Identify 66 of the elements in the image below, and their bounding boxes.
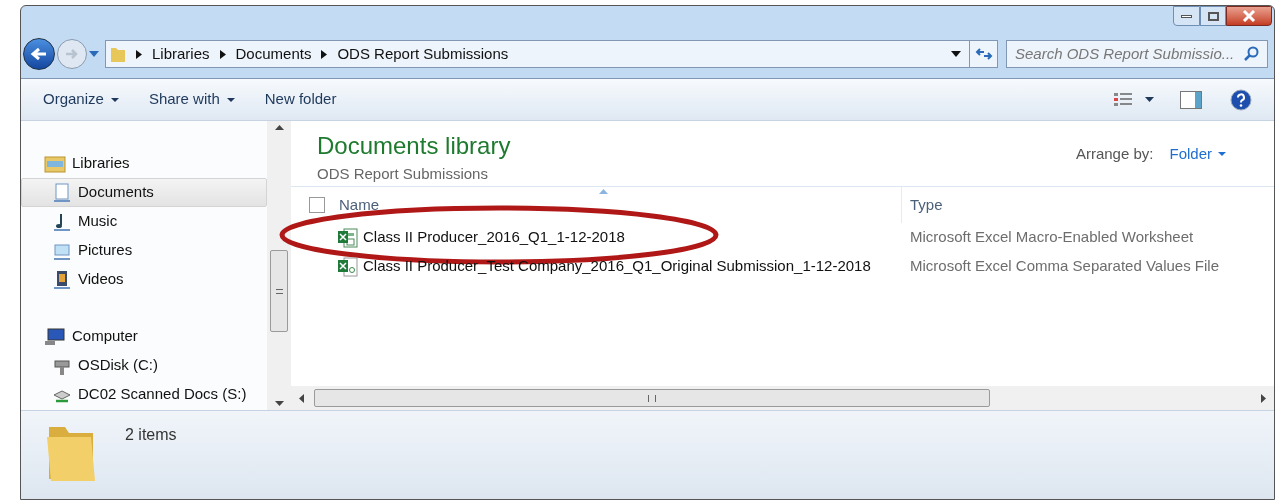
dropdown-icon [1218,152,1226,157]
scroll-down-icon[interactable] [274,401,284,406]
select-all-checkbox[interactable] [309,197,325,213]
document-icon [52,182,72,203]
help-icon[interactable] [1230,88,1252,111]
computer-icon [44,327,66,346]
breadcrumb-arrow-icon [136,49,142,59]
library-subtitle: ODS Report Submissions [317,164,489,184]
film-icon [52,269,72,290]
sort-ascending-icon [599,189,608,194]
file-type: Microsoft Excel Comma Separated Values File [909,256,1219,277]
close-icon [1242,10,1256,22]
dropdown-icon [110,97,119,102]
arrange-by-dropdown[interactable]: Folder [1169,143,1226,166]
maximize-button[interactable] [1200,6,1226,26]
dropdown-icon [226,97,235,102]
preview-pane-icon[interactable] [1180,90,1202,109]
sidebar-item[interactable]: Videos [21,265,267,294]
file-type: Microsoft Excel Macro-Enabled Worksheet [909,227,1194,248]
sidebar-item[interactable]: Pictures [21,236,267,265]
scroll-left-icon[interactable] [299,393,304,403]
breadcrumb-arrow-icon [219,49,226,59]
library-icon [44,154,66,173]
library-title: Documents library [317,131,511,161]
dropdown-icon[interactable] [951,51,961,57]
scroll-thumb[interactable] [314,389,990,407]
breadcrumb[interactable]: Libraries [152,42,210,66]
folder-icon [110,45,126,63]
toolbar-button[interactable]: Share with [136,85,247,114]
arrange-by-label: Arrange by: [1075,144,1154,164]
sidebar-item[interactable]: Documents [21,178,267,207]
spreadsheet-file-icon [337,256,359,277]
toolbar-button[interactable]: Organize [31,85,131,114]
minimize-button[interactable] [1173,6,1200,26]
horizontal-scrollbar[interactable] [291,386,1274,410]
toolbar-button[interactable]: New folder [252,85,349,114]
search-field[interactable]: Search ODS Report Submissio... [1006,40,1268,68]
spreadsheet-file-icon [337,227,359,248]
breadcrumb-arrow-icon [321,49,328,59]
breadcrumb[interactable]: Documents [235,42,312,66]
column-header[interactable]: Type [910,193,943,217]
sidebar-item[interactable]: DC02 Scanned Docs (S:) [21,380,267,409]
sidebar-scrollbar[interactable] [267,121,291,410]
dropdown-icon[interactable] [1145,97,1154,102]
sidebar-item[interactable]: OSDisk (C:) [21,351,267,380]
address-bar[interactable]: Libraries Documents ODS Report Submissions [105,40,998,68]
close-button[interactable] [1226,6,1272,26]
refresh-icon[interactable] [974,46,993,62]
music-note-icon [52,211,72,232]
scroll-right-icon[interactable] [1261,393,1266,403]
file-name[interactable]: Class II Producer_2016_Q1_1-12-2018 [363,226,625,249]
column-header[interactable]: Name [339,193,379,217]
search-placeholder: Search ODS Report Submissio... [1015,43,1236,64]
history-dropdown-icon[interactable] [89,51,99,57]
scroll-up-icon[interactable] [274,125,284,130]
view-options-icon[interactable] [1113,91,1133,108]
search-icon [1243,46,1259,62]
forward-arrow-icon [64,48,80,60]
back-arrow-icon [30,47,48,61]
sidebar-item[interactable]: Libraries [21,149,267,178]
sidebar-item[interactable]: Computer [21,322,267,351]
breadcrumb[interactable]: ODS Report Submissions [337,42,509,66]
item-count: 2 items [125,425,177,445]
sidebar-item[interactable]: Music [21,207,267,236]
back-button[interactable] [23,38,55,70]
scroll-thumb[interactable] [270,250,288,332]
